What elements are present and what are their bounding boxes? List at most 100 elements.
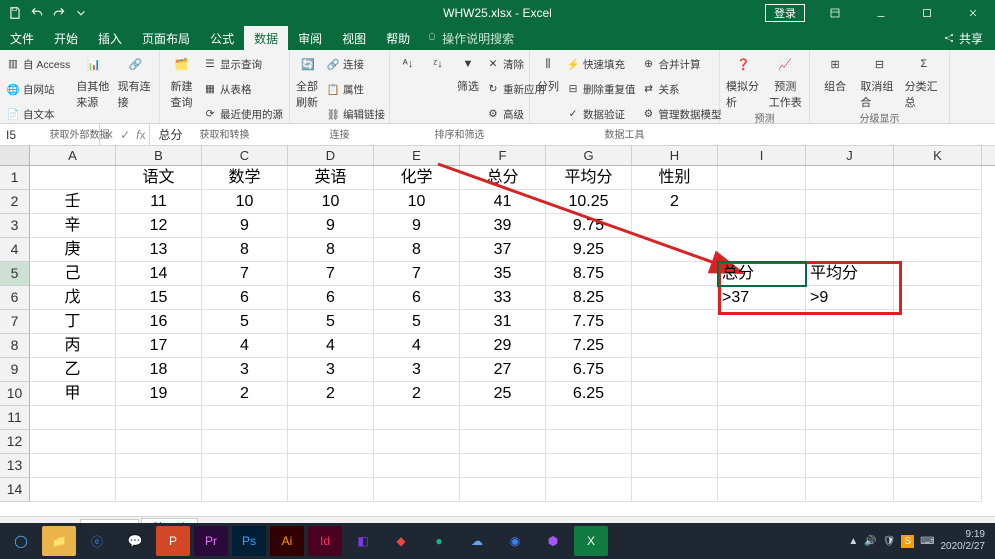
row-header-11[interactable]: 11 [0,406,30,430]
cell[interactable] [546,430,632,454]
cell[interactable] [894,430,982,454]
cell[interactable]: 总分 [460,166,546,190]
cell[interactable] [806,430,894,454]
cell[interactable] [202,406,288,430]
row-header-5[interactable]: 5 [0,262,30,286]
cell[interactable] [718,190,806,214]
cell[interactable] [632,310,718,334]
cell[interactable]: 戊 [30,286,116,310]
taskbar-app6-icon[interactable]: ⬢ [536,526,570,556]
cell[interactable] [116,478,202,502]
col-header-I[interactable]: I [718,146,806,165]
cell[interactable] [894,286,982,310]
cell[interactable]: 平均分 [806,262,894,286]
row-header-12[interactable]: 12 [0,430,30,454]
new-query-button[interactable]: 🗂️新建 查询 [166,52,197,110]
cell[interactable] [202,430,288,454]
cell[interactable]: 数学 [202,166,288,190]
cell[interactable]: 壬 [30,190,116,214]
cell[interactable] [806,214,894,238]
tab-formulas[interactable]: 公式 [200,26,244,50]
cell[interactable]: 7.75 [546,310,632,334]
manage-model-button[interactable]: ⚙管理数据模型 [642,102,722,126]
cell[interactable] [806,382,894,406]
tab-file[interactable]: 文件 [0,26,44,50]
tray-icon[interactable]: ⌨ [920,536,934,547]
cell[interactable] [460,430,546,454]
row-header-9[interactable]: 9 [0,358,30,382]
cell[interactable] [202,454,288,478]
worksheet-grid[interactable]: A B C D E F G H I J K 1语文数学英语化学总分平均分性别2壬… [0,146,995,516]
cell[interactable]: 19 [116,382,202,406]
cell[interactable] [894,406,982,430]
cell[interactable] [288,430,374,454]
cell[interactable]: 平均分 [546,166,632,190]
cell[interactable] [806,334,894,358]
share-button[interactable]: 共享 [931,26,995,50]
cell[interactable]: 10 [202,190,288,214]
row-header-8[interactable]: 8 [0,334,30,358]
cell[interactable] [632,382,718,406]
enter-formula-icon[interactable]: ✓ [120,128,130,142]
from-access-button[interactable]: ▥自 Access [6,52,70,76]
cell[interactable]: 35 [460,262,546,286]
cell[interactable]: 3 [288,358,374,382]
cell[interactable]: 3 [374,358,460,382]
taskbar-app1-icon[interactable]: ◧ [346,526,380,556]
cell[interactable]: 8.75 [546,262,632,286]
subtotal-button[interactable]: Σ分类汇总 [905,52,943,110]
taskbar-photoshop-icon[interactable]: Ps [232,526,266,556]
from-web-button[interactable]: 🌐自网站 [6,77,70,101]
row-header-14[interactable]: 14 [0,478,30,502]
customize-qat-icon[interactable] [74,6,88,20]
cell[interactable] [30,430,116,454]
cell[interactable]: 6.25 [546,382,632,406]
taskbar-edge-icon[interactable]: ⓔ [80,526,114,556]
cell[interactable]: 语文 [116,166,202,190]
taskbar-excel-icon[interactable]: X [574,526,608,556]
cell[interactable] [632,214,718,238]
cell[interactable] [632,262,718,286]
tray-icon[interactable]: 🔊 [864,536,876,547]
col-header-H[interactable]: H [632,146,718,165]
cell[interactable]: 29 [460,334,546,358]
cell[interactable] [894,166,982,190]
tab-home[interactable]: 开始 [44,26,88,50]
cell[interactable]: 丁 [30,310,116,334]
cell[interactable]: 化学 [374,166,460,190]
col-header-J[interactable]: J [806,146,894,165]
cell[interactable]: 9 [202,214,288,238]
cell[interactable] [374,454,460,478]
cell[interactable]: >9 [806,286,894,310]
tray-icon[interactable]: S [901,535,914,548]
taskbar-start-icon[interactable]: ◯ [4,526,38,556]
cell[interactable]: 总分 [718,262,806,286]
cell[interactable]: 2 [374,382,460,406]
cell[interactable] [116,406,202,430]
cell[interactable] [632,406,718,430]
cell[interactable]: 6.75 [546,358,632,382]
cell[interactable] [894,262,982,286]
cell[interactable]: 15 [116,286,202,310]
cell[interactable] [288,406,374,430]
cell[interactable]: 己 [30,262,116,286]
cell[interactable]: 18 [116,358,202,382]
cell[interactable] [718,454,806,478]
recent-sources-button[interactable]: ⟳最近使用的源 [203,102,283,126]
from-table-button[interactable]: ▦从表格 [203,77,283,101]
cell[interactable]: 12 [116,214,202,238]
group-button[interactable]: ⊞组合 [816,52,854,94]
cell[interactable]: 5 [202,310,288,334]
cell[interactable]: 9 [288,214,374,238]
login-button[interactable]: 登录 [765,4,805,22]
cell[interactable]: 9.25 [546,238,632,262]
cell[interactable]: 乙 [30,358,116,382]
connections-button[interactable]: 🔗连接 [326,52,385,76]
cell[interactable]: 5 [374,310,460,334]
undo-icon[interactable] [30,6,44,20]
system-tray[interactable]: ▲ 🔊 🛡 S ⌨ 9:19 2020/2/27 [848,529,991,553]
col-header-E[interactable]: E [374,146,460,165]
cell[interactable] [718,358,806,382]
cell[interactable]: 丙 [30,334,116,358]
select-all-corner[interactable] [0,146,30,165]
